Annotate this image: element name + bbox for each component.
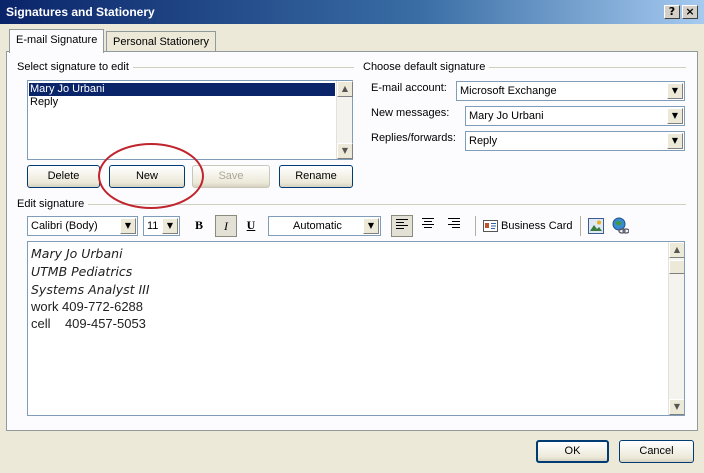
list-item-label: Reply (30, 96, 59, 108)
help-button[interactable]: ? (664, 5, 680, 19)
font-size-value: 11 (147, 220, 159, 232)
business-card-icon (483, 220, 498, 232)
new-messages-value: Mary Jo Urbani (469, 110, 544, 122)
align-right-button[interactable] (443, 215, 465, 237)
help-icon: ? (668, 5, 676, 18)
business-card-label: Business Card (501, 220, 573, 232)
replies-forwards-select[interactable]: Reply ▼ (465, 131, 685, 151)
align-left-icon (396, 219, 408, 229)
select-signature-label: Select signature to edit (17, 61, 133, 73)
default-signature-label: Choose default signature (363, 61, 490, 73)
delete-button[interactable]: Delete (27, 165, 100, 188)
scroll-down-icon[interactable]: ▼ (337, 143, 353, 159)
font-name-select[interactable]: Calibri (Body) ▼ (27, 216, 138, 236)
signature-line: UTMB Pediatrics (31, 264, 133, 279)
title-bar: Signatures and Stationery ? × (0, 0, 704, 24)
chevron-down-icon[interactable]: ▼ (363, 218, 379, 234)
close-icon: × (685, 5, 695, 18)
scroll-up-icon[interactable]: ▲ (337, 81, 353, 97)
picture-icon (588, 218, 604, 234)
tab-email-signature[interactable]: E-mail Signature (9, 29, 105, 53)
signature-editor[interactable]: Mary Jo Urbani UTMB Pediatrics Systems A… (27, 241, 685, 416)
ok-button[interactable]: OK (536, 440, 609, 463)
align-center-button[interactable] (417, 215, 439, 237)
scroll-down-icon[interactable]: ▼ (669, 399, 684, 415)
scroll-thumb[interactable] (669, 260, 684, 274)
toolbar-divider (475, 216, 476, 236)
chevron-down-icon[interactable]: ▼ (120, 218, 136, 234)
cancel-button[interactable]: Cancel (619, 440, 694, 463)
tab-personal-stationery[interactable]: Personal Stationery (106, 31, 216, 53)
signature-line: Mary Jo Urbani (31, 246, 123, 261)
signature-line: Systems Analyst III (31, 282, 150, 297)
align-center-icon (422, 218, 434, 228)
list-item[interactable]: Mary Jo Urbani (29, 83, 335, 96)
chevron-down-icon[interactable]: ▼ (667, 108, 683, 124)
tab-label: Personal Stationery (113, 36, 209, 48)
bold-icon: B (194, 218, 203, 232)
email-account-label: E-mail account: (371, 82, 447, 94)
email-account-select[interactable]: Microsoft Exchange ▼ (456, 81, 685, 101)
edit-signature-label: Edit signature (17, 198, 89, 210)
new-messages-select[interactable]: Mary Jo Urbani ▼ (465, 106, 685, 126)
close-button[interactable]: × (682, 5, 698, 19)
list-item[interactable]: Reply (29, 96, 335, 109)
insert-picture-button[interactable] (585, 215, 607, 237)
replies-forwards-label: Replies/forwards: (371, 132, 456, 144)
annotation-circle (98, 143, 204, 209)
chevron-down-icon[interactable]: ▼ (162, 218, 178, 234)
new-messages-label: New messages: (371, 107, 450, 119)
list-item-label: Mary Jo Urbani (30, 83, 105, 95)
signature-list[interactable]: Mary Jo Urbani Reply ▲ ▼ (27, 80, 353, 160)
italic-button[interactable]: I (215, 215, 237, 237)
chevron-down-icon[interactable]: ▼ (667, 133, 683, 149)
tab-label: E-mail Signature (16, 34, 98, 46)
toolbar-divider (580, 216, 581, 236)
font-name-value: Calibri (Body) (31, 220, 98, 232)
chevron-down-icon[interactable]: ▼ (667, 83, 683, 99)
list-scrollbar[interactable]: ▲ ▼ (336, 81, 353, 159)
font-color-select[interactable]: Automatic ▼ (268, 216, 381, 236)
font-size-select[interactable]: 11 ▼ (143, 216, 180, 236)
align-right-icon (448, 218, 460, 228)
signature-line: cell 409-457-5053 (31, 316, 146, 331)
hyperlink-icon (612, 217, 630, 234)
email-account-value: Microsoft Exchange (460, 85, 557, 97)
separator (18, 204, 686, 205)
scroll-up-icon[interactable]: ▲ (669, 242, 684, 258)
business-card-button[interactable]: Business Card (481, 215, 575, 237)
underline-button[interactable]: U (240, 215, 262, 237)
signature-line: work 409-772-6288 (31, 299, 144, 314)
bold-button[interactable]: B (188, 215, 210, 237)
font-color-value: Automatic (293, 220, 342, 232)
underline-icon: U (246, 218, 256, 232)
italic-icon: I (224, 219, 228, 233)
rename-button[interactable]: Rename (279, 165, 353, 188)
replies-forwards-value: Reply (469, 135, 498, 147)
editor-scrollbar[interactable]: ▲ ▼ (668, 242, 684, 415)
insert-hyperlink-button[interactable] (609, 215, 631, 237)
window-title: Signatures and Stationery (6, 5, 155, 19)
align-left-button[interactable] (391, 215, 413, 237)
